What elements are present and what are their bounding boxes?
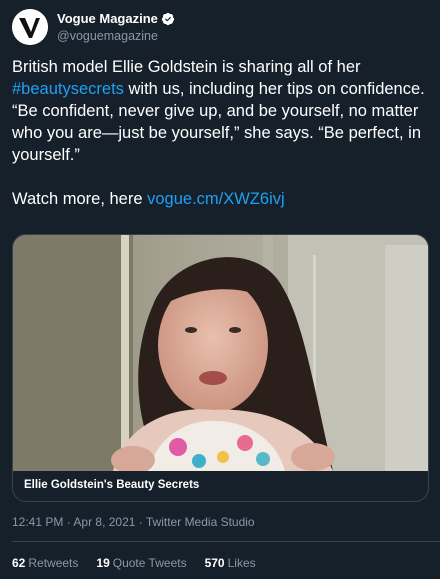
tweet-header: Vogue Magazine @voguemagazine [12, 8, 175, 46]
account-names: Vogue Magazine @voguemagazine [57, 11, 175, 44]
retweets-label: Retweets [28, 556, 79, 570]
avatar[interactable] [12, 9, 48, 45]
divider [12, 541, 440, 542]
tweet-date[interactable]: Apr 8, 2021 [73, 515, 135, 529]
video-thumbnail[interactable] [13, 235, 428, 471]
quote-tweets-stat[interactable]: 19 Quote Tweets [96, 555, 186, 571]
likes-stat[interactable]: 570 Likes [205, 555, 256, 571]
meta-separator: · [135, 515, 146, 529]
handle[interactable]: @voguemagazine [57, 28, 175, 44]
tweet-meta: 12:41 PM · Apr 8, 2021 · Twitter Media S… [12, 514, 255, 530]
likes-label: Likes [227, 556, 256, 570]
likes-count: 570 [204, 556, 225, 570]
verified-badge-icon [161, 12, 175, 25]
retweets-count: 62 [12, 556, 26, 570]
meta-separator: · [63, 515, 74, 529]
tweet-source[interactable]: Twitter Media Studio [146, 515, 255, 529]
tweet-text-part-1: British model Ellie Goldstein is sharing… [12, 58, 361, 76]
quote-tweets-label: Quote Tweets [112, 556, 187, 570]
media-title: Ellie Goldstein's Beauty Secrets [24, 479, 200, 491]
tweet-time[interactable]: 12:41 PM [12, 515, 63, 529]
tweet-stats: 62 Retweets 19 Quote Tweets 570 Likes [12, 555, 274, 571]
quote-tweets-count: 19 [96, 556, 110, 570]
tweet-text: British model Ellie Goldstein is sharing… [12, 56, 430, 210]
retweets-stat[interactable]: 62 Retweets [12, 555, 78, 571]
vogue-short-link[interactable]: vogue.cm/XWZ6ivj [147, 190, 285, 208]
display-name[interactable]: Vogue Magazine [57, 11, 158, 27]
media-card[interactable]: Ellie Goldstein's Beauty Secrets [12, 234, 429, 502]
video-frame-image [13, 235, 428, 471]
vogue-v-logo-icon [12, 9, 48, 45]
hashtag-link[interactable]: #beautysecrets [12, 80, 124, 98]
tweet-text-part-2: with us, including her tips on confidenc… [12, 80, 425, 208]
